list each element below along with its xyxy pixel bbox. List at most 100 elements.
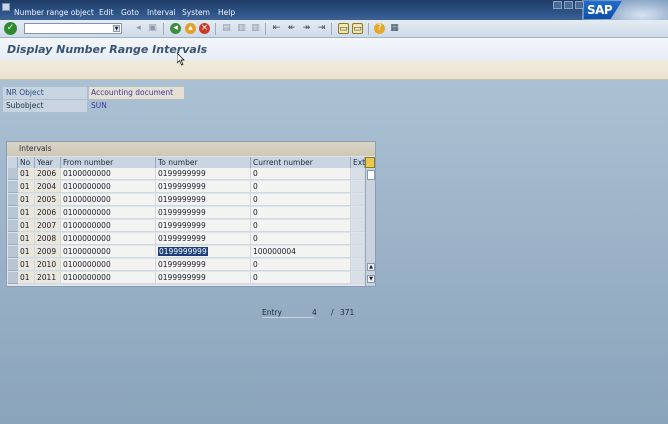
cell-from-number[interactable]: 0100000000 (61, 168, 156, 180)
row-selector[interactable] (8, 246, 18, 258)
cell-current-number[interactable]: 0 (251, 207, 351, 219)
cell-current-number[interactable]: 0 (251, 272, 351, 284)
cell-current-number[interactable]: 0 (251, 194, 351, 206)
minimize-icon[interactable] (553, 1, 562, 9)
previous-page-icon[interactable]: ↞ (286, 23, 297, 34)
row-selector[interactable] (8, 233, 18, 245)
row-selector[interactable] (8, 168, 18, 180)
cell-from-number[interactable]: 0100000000 (61, 259, 156, 271)
help-icon[interactable]: ? (374, 23, 385, 34)
new-session-icon[interactable]: ▭ (338, 23, 349, 34)
column-header-ext[interactable]: Ext (351, 157, 365, 168)
column-header-year[interactable]: Year (35, 157, 61, 168)
cell-current-number[interactable]: 100000004 (251, 246, 351, 258)
cell-to-number[interactable]: 0199999999 (156, 220, 251, 232)
next-page-icon[interactable]: ↠ (301, 23, 312, 34)
save-icon[interactable]: ▣ (147, 23, 158, 34)
cell-to-number[interactable]: 0199999999 (156, 168, 251, 180)
nr-object-value: Accounting document (89, 87, 184, 99)
cell-current-number[interactable]: 0 (251, 181, 351, 193)
row-selector[interactable] (8, 259, 18, 271)
cancel-icon[interactable]: × (199, 23, 210, 34)
cell-no: 01 (18, 272, 35, 284)
row-selector[interactable] (8, 207, 18, 219)
enter-check-icon[interactable]: ✓ (4, 22, 17, 35)
back-arrow-icon[interactable]: ◂ (133, 23, 144, 34)
layout-menu-icon[interactable]: ▦ (389, 23, 400, 34)
column-header-to-number[interactable]: To number (156, 157, 251, 168)
row-selector[interactable] (8, 272, 18, 284)
cell-from-number[interactable]: 0100000000 (61, 220, 156, 232)
back-icon[interactable]: ◂ (170, 23, 181, 34)
command-field[interactable]: ▼ (24, 23, 122, 34)
cell-year: 2009 (35, 246, 61, 258)
select-all-header[interactable] (8, 157, 18, 168)
column-header-from-number[interactable]: From number (61, 157, 156, 168)
cell-from-number[interactable]: 0100000000 (61, 194, 156, 206)
cell-year: 2004 (35, 181, 61, 193)
row-selector[interactable] (8, 181, 18, 193)
last-page-icon[interactable]: ⇥ (316, 23, 327, 34)
find-icon[interactable]: ▥ (236, 23, 247, 34)
row-selector[interactable] (8, 194, 18, 206)
selected-to-number[interactable]: 0199999999 (158, 247, 208, 256)
cell-from-number[interactable]: 0100000000 (61, 207, 156, 219)
menu-number-range-object[interactable]: Number range object (14, 8, 94, 17)
cell-ext-checkbox[interactable] (351, 181, 365, 193)
cell-from-number[interactable]: 0100000000 (61, 181, 156, 193)
cell-to-number[interactable]: 0199999999 (156, 233, 251, 245)
cell-ext-checkbox[interactable] (351, 194, 365, 206)
cell-to-number[interactable]: 0199999999 (156, 181, 251, 193)
cell-to-number[interactable]: 0199999999 (156, 259, 251, 271)
cell-to-number[interactable]: 0199999999 (156, 272, 251, 284)
menu-system[interactable]: System (182, 8, 210, 17)
cell-ext-checkbox[interactable] (351, 168, 365, 180)
vertical-scrollbar[interactable]: ▲ ▼ (365, 168, 375, 286)
cell-ext-checkbox[interactable] (351, 259, 365, 271)
cell-to-number[interactable]: 0199999999 (156, 246, 251, 258)
cell-to-number[interactable]: 0199999999 (156, 207, 251, 219)
menu-help[interactable]: Help (218, 8, 235, 17)
shortcut-icon[interactable]: ▭ (352, 23, 363, 34)
cell-ext-checkbox[interactable] (351, 233, 365, 245)
cell-no: 01 (18, 181, 35, 193)
cell-from-number[interactable]: 0100000000 (61, 246, 156, 258)
subobject-label: Subobject (3, 100, 87, 112)
cell-no: 01 (18, 207, 35, 219)
close-icon[interactable] (575, 1, 584, 9)
cell-no: 01 (18, 168, 35, 180)
cell-from-number[interactable]: 0100000000 (61, 233, 156, 245)
cell-no: 01 (18, 259, 35, 271)
system-menu-icon[interactable] (2, 3, 10, 11)
scroll-thumb[interactable] (367, 170, 375, 180)
menu-goto[interactable]: Goto (121, 8, 139, 17)
column-header-no[interactable]: No (18, 157, 35, 168)
cell-current-number[interactable]: 0 (251, 168, 351, 180)
first-page-icon[interactable]: ⇤ (271, 23, 282, 34)
cell-ext-checkbox[interactable] (351, 207, 365, 219)
cell-current-number[interactable]: 0 (251, 259, 351, 271)
print-icon[interactable]: ▤ (221, 23, 232, 34)
cell-from-number[interactable]: 0100000000 (61, 272, 156, 284)
cell-no: 01 (18, 233, 35, 245)
cell-current-number[interactable]: 0 (251, 233, 351, 245)
standard-toolbar: ✓ ▼ ◂ ▣ ◂ ▴ × ▤ ▥ ▥ ⇤ ↞ ↠ ⇥ ▭ ▭ ? ▦ (0, 20, 668, 38)
maximize-icon[interactable] (564, 1, 573, 9)
scroll-down-icon[interactable]: ▼ (367, 275, 375, 283)
column-header-current-number[interactable]: Current number (251, 157, 351, 168)
find-next-icon[interactable]: ▥ (250, 23, 261, 34)
command-dropdown-icon[interactable]: ▼ (113, 25, 120, 32)
title-area: Display Number Range Intervals (0, 38, 668, 60)
menu-interval[interactable]: Interval (147, 8, 176, 17)
menu-edit[interactable]: Edit (99, 8, 114, 17)
cell-to-number[interactable]: 0199999999 (156, 194, 251, 206)
row-selector[interactable] (8, 220, 18, 232)
table-settings-icon[interactable] (365, 157, 375, 168)
cell-ext-checkbox[interactable] (351, 220, 365, 232)
cell-current-number[interactable]: 0 (251, 220, 351, 232)
cell-ext-checkbox[interactable] (351, 246, 365, 258)
scroll-up-icon[interactable]: ▲ (367, 263, 375, 271)
entry-separator: / (331, 308, 334, 317)
exit-icon[interactable]: ▴ (185, 23, 196, 34)
cell-ext-checkbox[interactable] (351, 272, 365, 284)
